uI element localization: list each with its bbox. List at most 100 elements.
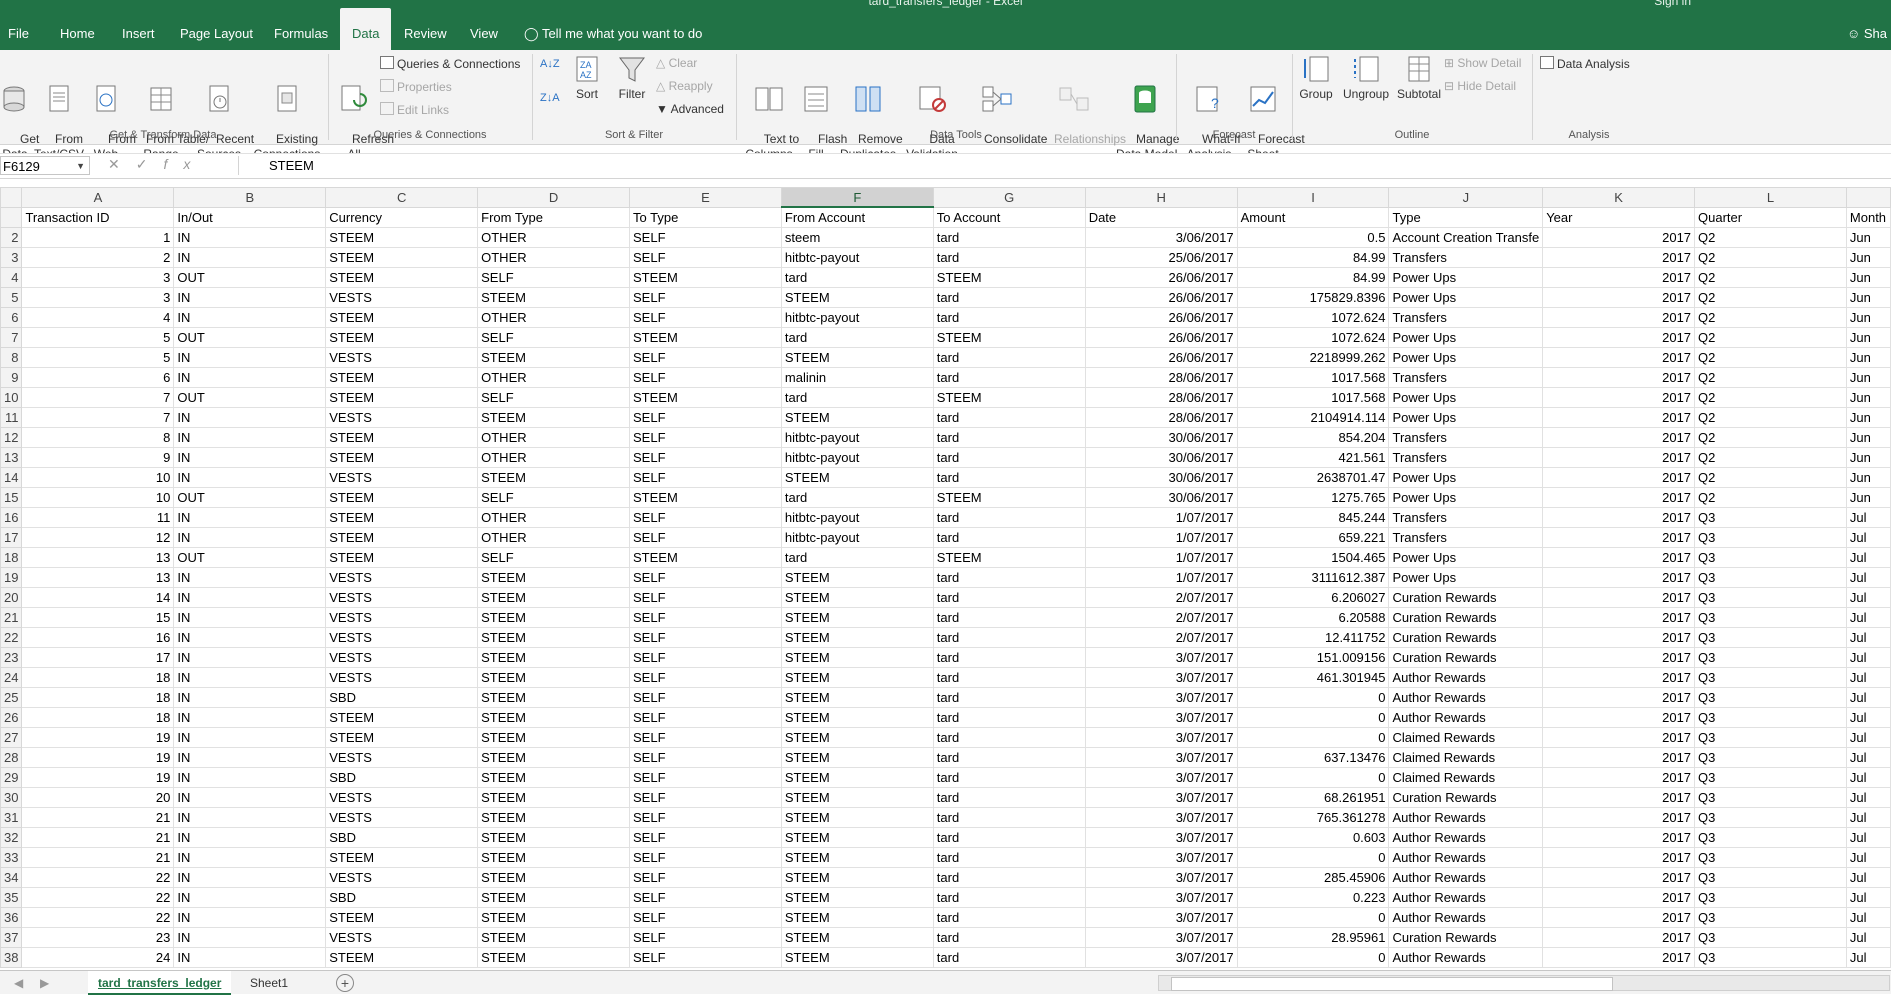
table-cell[interactable]: 3/07/2017 [1084, 947, 1238, 968]
table-cell[interactable]: tard [932, 767, 1086, 788]
table-cell[interactable]: Curation Rewards [1388, 627, 1544, 648]
table-cell[interactable]: 11 [21, 507, 175, 528]
table-cell[interactable]: STEEM [932, 327, 1086, 348]
table-cell[interactable]: Q2 [1694, 307, 1847, 328]
table-cell[interactable]: 84.99 [1236, 267, 1390, 288]
table-cell[interactable]: 3/07/2017 [1084, 787, 1238, 808]
table-cell[interactable]: 2017 [1542, 947, 1696, 968]
table-cell[interactable]: IN [173, 527, 327, 548]
table-cell[interactable]: Jun [1845, 407, 1891, 428]
row-number[interactable]: 6 [0, 307, 23, 328]
table-cell[interactable]: SELF [629, 827, 782, 848]
table-cell[interactable]: 18 [21, 667, 175, 688]
table-cell[interactable]: Curation Rewards [1388, 927, 1544, 948]
table-cell[interactable]: STEEM [477, 407, 631, 428]
row-number[interactable]: 32 [0, 827, 23, 848]
sheet-tab-tard-transfers-ledger[interactable]: tard_transfers_ledger [88, 971, 232, 995]
table-cell[interactable]: 5 [21, 347, 175, 368]
table-cell[interactable]: OUT [173, 327, 327, 348]
table-cell[interactable]: STEEM [780, 807, 934, 828]
row-number[interactable]: 30 [0, 787, 23, 808]
table-cell[interactable]: Jul [1845, 927, 1891, 948]
table-cell[interactable]: Author Rewards [1388, 907, 1544, 928]
table-cell[interactable]: 21 [21, 847, 175, 868]
table-cell[interactable]: STEEM [325, 547, 479, 568]
table-cell[interactable]: 2017 [1542, 387, 1696, 408]
column-header-l[interactable]: L [1694, 187, 1847, 208]
table-cell[interactable]: Power Ups [1388, 287, 1544, 308]
column-header-k[interactable]: K [1542, 187, 1696, 208]
table-cell[interactable]: STEEM [780, 567, 934, 588]
table-cell[interactable]: 21 [21, 827, 175, 848]
table-cell[interactable]: 16 [21, 627, 175, 648]
table-cell[interactable]: 26/06/2017 [1084, 307, 1238, 328]
row-number[interactable]: 16 [0, 507, 23, 528]
row-number[interactable]: 27 [0, 727, 23, 748]
table-cell[interactable]: 2017 [1542, 327, 1696, 348]
table-cell[interactable]: 2/07/2017 [1084, 587, 1238, 608]
table-cell[interactable]: Author Rewards [1388, 887, 1544, 908]
table-cell[interactable]: SELF [629, 427, 782, 448]
table-cell[interactable]: tard [932, 867, 1086, 888]
table-cell[interactable]: Q3 [1694, 667, 1847, 688]
table-cell[interactable]: steem [780, 227, 934, 248]
table-cell[interactable]: Jul [1845, 607, 1891, 628]
table-cell[interactable]: 2017 [1542, 787, 1696, 808]
table-cell[interactable]: Jul [1845, 687, 1891, 708]
table-cell[interactable]: 2/07/2017 [1084, 627, 1238, 648]
table-cell[interactable]: SELF [629, 627, 782, 648]
table-cell[interactable]: VESTS [325, 867, 479, 888]
table-cell[interactable]: IN [173, 787, 327, 808]
table-cell[interactable]: Jul [1845, 587, 1891, 608]
table-cell[interactable]: 6.206027 [1236, 587, 1390, 608]
row-number[interactable]: 33 [0, 847, 23, 868]
sheet-tab-sheet1[interactable]: Sheet1 [240, 971, 298, 993]
table-cell[interactable]: OTHER [477, 447, 631, 468]
header-cell[interactable]: Quarter [1694, 206, 1847, 228]
row-number[interactable]: 12 [0, 427, 23, 448]
table-cell[interactable]: 854.204 [1236, 427, 1390, 448]
table-cell[interactable]: 19 [21, 747, 175, 768]
table-cell[interactable]: VESTS [325, 467, 479, 488]
table-cell[interactable]: Q3 [1694, 567, 1847, 588]
table-cell[interactable]: 22 [21, 907, 175, 928]
table-cell[interactable]: 9 [21, 447, 175, 468]
table-cell[interactable]: Q2 [1694, 227, 1847, 248]
table-cell[interactable]: IN [173, 647, 327, 668]
table-cell[interactable]: 2017 [1542, 767, 1696, 788]
table-cell[interactable]: STEEM [477, 867, 631, 888]
table-cell[interactable]: VESTS [325, 627, 479, 648]
table-cell[interactable]: Q2 [1694, 487, 1847, 508]
table-cell[interactable]: 2017 [1542, 487, 1696, 508]
table-cell[interactable]: 26/06/2017 [1084, 327, 1238, 348]
table-cell[interactable]: Q2 [1694, 427, 1847, 448]
table-cell[interactable]: 6 [21, 367, 175, 388]
table-cell[interactable]: 3/07/2017 [1084, 687, 1238, 708]
table-cell[interactable]: hitbtc-payout [780, 307, 934, 328]
table-cell[interactable]: tard [932, 787, 1086, 808]
table-cell[interactable]: 1072.624 [1236, 307, 1390, 328]
table-cell[interactable]: Author Rewards [1388, 867, 1544, 888]
table-cell[interactable]: SELF [629, 807, 782, 828]
table-cell[interactable]: Account Creation Transfe [1388, 227, 1544, 248]
table-cell[interactable]: hitbtc-payout [780, 247, 934, 268]
table-cell[interactable]: Jul [1845, 947, 1891, 968]
column-header-next[interactable] [1845, 187, 1891, 208]
table-cell[interactable]: Author Rewards [1388, 707, 1544, 728]
table-cell[interactable]: SELF [629, 407, 782, 428]
table-cell[interactable]: IN [173, 807, 327, 828]
table-cell[interactable]: 1/07/2017 [1084, 547, 1238, 568]
row-number[interactable]: 38 [0, 947, 23, 968]
table-cell[interactable]: Author Rewards [1388, 827, 1544, 848]
tab-page-layout[interactable]: Page Layout [174, 8, 259, 50]
table-cell[interactable]: Q2 [1694, 387, 1847, 408]
table-cell[interactable]: STEEM [780, 587, 934, 608]
table-cell[interactable]: SELF [629, 867, 782, 888]
table-cell[interactable]: hitbtc-payout [780, 507, 934, 528]
ungroup-button[interactable]: Ungroup [1340, 54, 1392, 102]
row-number[interactable]: 15 [0, 487, 23, 508]
table-cell[interactable]: 3/07/2017 [1084, 647, 1238, 668]
table-cell[interactable]: STEEM [325, 247, 479, 268]
table-cell[interactable]: SBD [325, 687, 479, 708]
table-cell[interactable]: STEEM [477, 827, 631, 848]
